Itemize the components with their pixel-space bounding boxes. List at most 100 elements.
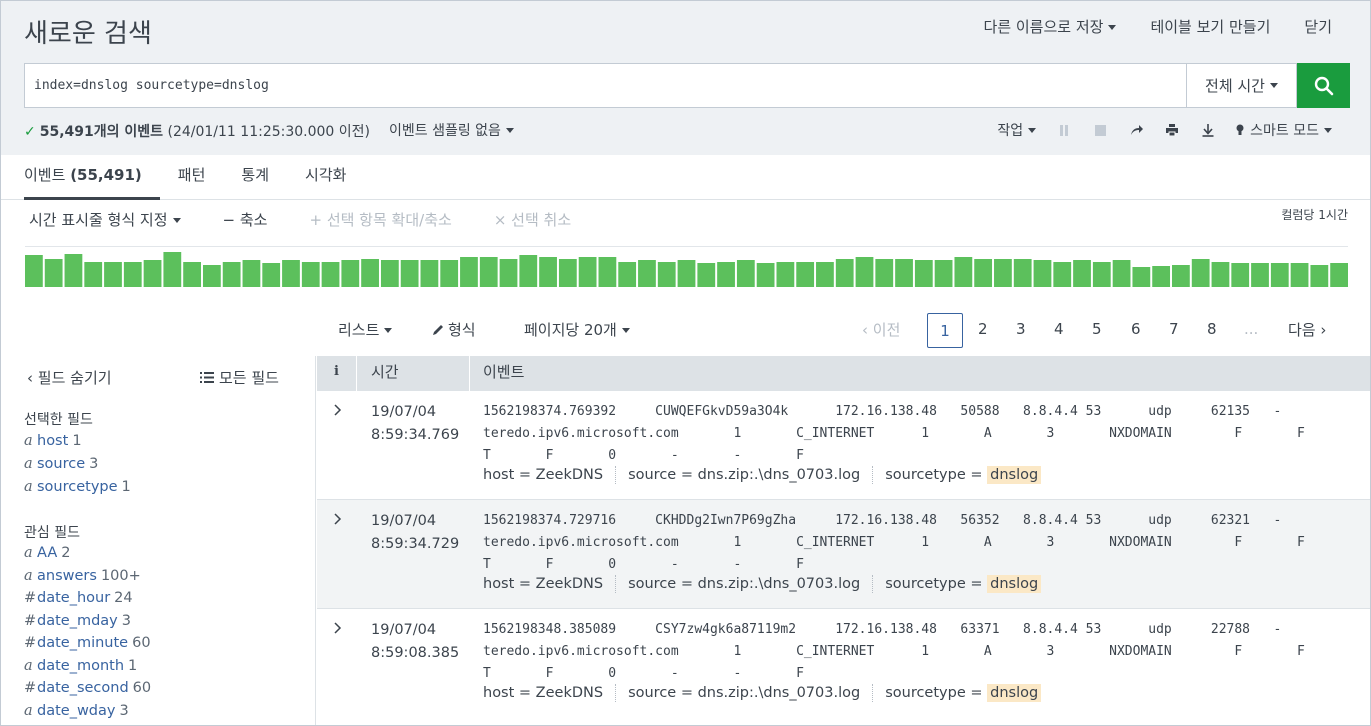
source-value[interactable]: dns.zip:.\dns_0703.log <box>698 576 861 592</box>
format-button[interactable]: 형식 <box>433 319 476 340</box>
list-view-menu[interactable]: 리스트 <box>338 319 393 340</box>
search-input[interactable]: index=dnslog sourcetype=dnslog <box>24 63 1186 108</box>
timeline-bar[interactable] <box>776 262 795 287</box>
sourcetype-value[interactable]: dnslog <box>987 575 1042 593</box>
page-7-button[interactable]: 7 <box>1169 320 1179 338</box>
timeline-bar[interactable] <box>736 260 755 287</box>
timeline-bar[interactable] <box>1330 263 1348 287</box>
export-button[interactable] <box>1200 122 1216 138</box>
host-value[interactable]: ZeekDNS <box>536 576 603 592</box>
timeline-bar[interactable] <box>25 255 43 287</box>
timeline-bar[interactable] <box>341 260 360 287</box>
field-date-mday[interactable]: #date_mday 3 <box>24 613 131 629</box>
zoom-selection-button[interactable]: + 선택 항목 확대/축소 <box>309 209 451 230</box>
timeline-bar[interactable] <box>895 259 913 287</box>
timeline-bar[interactable] <box>361 259 379 287</box>
field-host[interactable]: a host 1 <box>24 433 82 449</box>
timeline-bar[interactable] <box>598 257 617 287</box>
timeline-bar[interactable] <box>321 262 340 287</box>
host-value[interactable]: ZeekDNS <box>536 467 603 483</box>
timeline-bar[interactable] <box>1073 260 1091 287</box>
timeline-bar[interactable] <box>301 262 320 287</box>
field-aa[interactable]: a AA 2 <box>24 545 70 561</box>
timeline-bar[interactable] <box>380 260 399 287</box>
timeline-bar[interactable] <box>460 257 478 287</box>
stop-button[interactable] <box>1092 122 1108 138</box>
timeline-chart[interactable] <box>25 246 1348 287</box>
time-column-header[interactable]: 시간 <box>371 356 399 391</box>
timeline-bar[interactable] <box>618 262 637 287</box>
per-page-menu[interactable]: 페이지당 20개 <box>524 319 630 340</box>
tab-patterns[interactable]: 패턴 <box>178 155 224 200</box>
timeline-bar[interactable] <box>1053 262 1072 287</box>
timeline-bar[interactable] <box>914 260 933 287</box>
timeline-bar[interactable] <box>657 262 676 287</box>
timeline-bars[interactable] <box>25 247 1348 287</box>
timeline-bar[interactable] <box>1152 266 1171 287</box>
timeline-bar[interactable] <box>1112 260 1131 287</box>
timeline-bar[interactable] <box>282 260 300 287</box>
time-range-picker[interactable]: 전체 시간 <box>1186 63 1297 108</box>
chevron-right-icon[interactable] <box>331 621 345 635</box>
share-button[interactable] <box>1128 122 1144 138</box>
format-timeline-menu[interactable]: 시간 표시줄 형식 지정 <box>29 209 181 230</box>
timeline-bar[interactable] <box>440 260 459 287</box>
timeline-bar[interactable] <box>717 262 735 287</box>
field-answers[interactable]: a answers 100+ <box>24 568 141 584</box>
timeline-bar[interactable] <box>44 259 63 287</box>
prev-page-button[interactable]: ‹ 이전 <box>862 319 900 340</box>
field-date-wday[interactable]: a date_wday 3 <box>24 703 129 719</box>
timeline-bar[interactable] <box>1310 265 1329 287</box>
timeline-bar[interactable] <box>578 257 597 287</box>
timeline-bar[interactable] <box>1251 263 1269 287</box>
host-value[interactable]: ZeekDNS <box>536 685 603 701</box>
page-6-button[interactable]: 6 <box>1131 320 1141 338</box>
timeline-bar[interactable] <box>816 262 834 287</box>
search-button[interactable] <box>1297 63 1350 108</box>
timeline-bar[interactable] <box>539 257 557 287</box>
job-menu[interactable]: 작업 <box>997 120 1037 140</box>
page-2-button[interactable]: 2 <box>978 320 988 338</box>
timeline-bar[interactable] <box>499 259 518 287</box>
timeline-bar[interactable] <box>104 262 122 287</box>
tab-events[interactable]: 이벤트 (55,491) <box>24 155 160 200</box>
timeline-bar[interactable] <box>202 265 221 287</box>
timeline-bar[interactable] <box>875 259 894 287</box>
timeline-bar[interactable] <box>756 263 775 287</box>
timeline-bar[interactable] <box>222 262 241 287</box>
timeline-bar[interactable] <box>519 255 538 287</box>
timeline-bar[interactable] <box>1191 259 1210 287</box>
timeline-bar[interactable] <box>123 262 142 287</box>
timeline-bar[interactable] <box>1172 265 1190 287</box>
close-link[interactable]: 닫기 <box>1304 16 1332 37</box>
field-date-month[interactable]: a date_month 1 <box>24 658 137 674</box>
timeline-bar[interactable] <box>677 260 696 287</box>
page-1-button[interactable]: 1 <box>927 313 963 348</box>
timeline-bar[interactable] <box>934 260 953 287</box>
search-mode-menu[interactable]: 스마트 모드 <box>1236 120 1332 140</box>
timeline-bar[interactable] <box>855 257 874 287</box>
timeline-bar[interactable] <box>1290 263 1309 287</box>
zoom-out-button[interactable]: − 축소 <box>223 209 268 230</box>
hide-fields-button[interactable]: ‹ 필드 숨기기 <box>27 367 112 388</box>
timeline-bar[interactable] <box>1211 262 1230 287</box>
timeline-bar[interactable] <box>697 263 716 287</box>
timeline-bar[interactable] <box>400 260 419 287</box>
timeline-bar[interactable] <box>954 257 973 287</box>
page-5-button[interactable]: 5 <box>1092 320 1102 338</box>
timeline-bar[interactable] <box>1270 263 1289 287</box>
field-date-minute[interactable]: #date_minute 60 <box>24 635 151 651</box>
timeline-bar[interactable] <box>994 259 1012 287</box>
timeline-bar[interactable] <box>242 260 261 287</box>
field-source[interactable]: a source 3 <box>24 456 98 472</box>
timeline-bar[interactable] <box>262 263 281 287</box>
timeline-bar[interactable] <box>84 262 103 287</box>
sourcetype-value[interactable]: dnslog <box>987 684 1042 702</box>
timeline-bar[interactable] <box>1132 267 1151 287</box>
timeline-bar[interactable] <box>974 259 993 287</box>
tab-statistics[interactable]: 통계 <box>241 155 287 200</box>
timeline-bar[interactable] <box>835 259 854 287</box>
field-date-second[interactable]: #date_second 60 <box>24 680 151 696</box>
page-8-button[interactable]: 8 <box>1207 320 1217 338</box>
timeline-bar[interactable] <box>143 260 162 287</box>
